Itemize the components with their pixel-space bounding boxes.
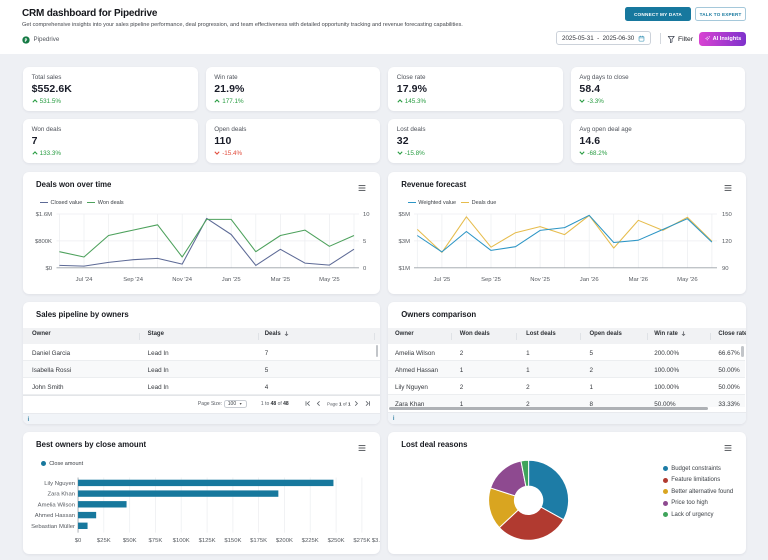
svg-text:$275K: $275K	[353, 538, 370, 544]
svg-text:$100K: $100K	[173, 538, 190, 544]
svg-text:Jan '26: Jan '26	[580, 276, 600, 282]
svg-text:120: 120	[722, 239, 733, 245]
svg-text:Nov '24: Nov '24	[172, 276, 193, 282]
svg-text:May '26: May '26	[677, 276, 698, 282]
svg-text:Sep '24: Sep '24	[123, 276, 144, 282]
svg-text:$800K: $800K	[35, 239, 52, 245]
svg-text:May '25: May '25	[319, 276, 340, 282]
svg-text:$150K: $150K	[224, 538, 241, 544]
svg-text:10: 10	[363, 212, 370, 218]
svg-text:$175K: $175K	[250, 538, 267, 544]
svg-text:Lily Nguyen: Lily Nguyen	[44, 481, 75, 487]
svg-text:$225K: $225K	[302, 538, 319, 544]
svg-text:$75K: $75K	[149, 538, 163, 544]
svg-text:Mar '25: Mar '25	[271, 276, 291, 282]
svg-text:Jan '25: Jan '25	[222, 276, 242, 282]
svg-text:Sebastian Müller: Sebastian Müller	[31, 523, 75, 529]
svg-text:$25K: $25K	[97, 538, 111, 544]
svg-text:$250K: $250K	[328, 538, 345, 544]
svg-text:$5M: $5M	[399, 212, 411, 218]
svg-text:$50K: $50K	[123, 538, 137, 544]
svg-text:Jul '25: Jul '25	[434, 276, 452, 282]
svg-text:Page 1 of 1: Page 1 of 1	[327, 402, 351, 407]
svg-text:0: 0	[363, 265, 367, 271]
svg-text:$200K: $200K	[276, 538, 293, 544]
svg-text:$0: $0	[45, 265, 52, 271]
svg-text:$3M: $3M	[399, 239, 411, 245]
svg-text:Zara Khan: Zara Khan	[47, 491, 75, 497]
svg-text:5: 5	[363, 239, 367, 245]
svg-text:$0: $0	[75, 538, 82, 544]
svg-text:Jul '24: Jul '24	[76, 276, 94, 282]
svg-text:150: 150	[722, 212, 733, 218]
svg-text:90: 90	[722, 265, 729, 271]
svg-text:Sep '25: Sep '25	[481, 276, 502, 282]
svg-text:Ahmed Hassan: Ahmed Hassan	[35, 513, 75, 519]
svg-text:$1.6M: $1.6M	[36, 212, 52, 218]
svg-text:Amelia Wilson: Amelia Wilson	[38, 502, 75, 508]
svg-text:$1M: $1M	[399, 265, 411, 271]
svg-text:Nov '25: Nov '25	[530, 276, 551, 282]
svg-text:$125K: $125K	[199, 538, 216, 544]
svg-text:Mar '26: Mar '26	[629, 276, 649, 282]
svg-text:$3...: $3...	[372, 538, 380, 544]
